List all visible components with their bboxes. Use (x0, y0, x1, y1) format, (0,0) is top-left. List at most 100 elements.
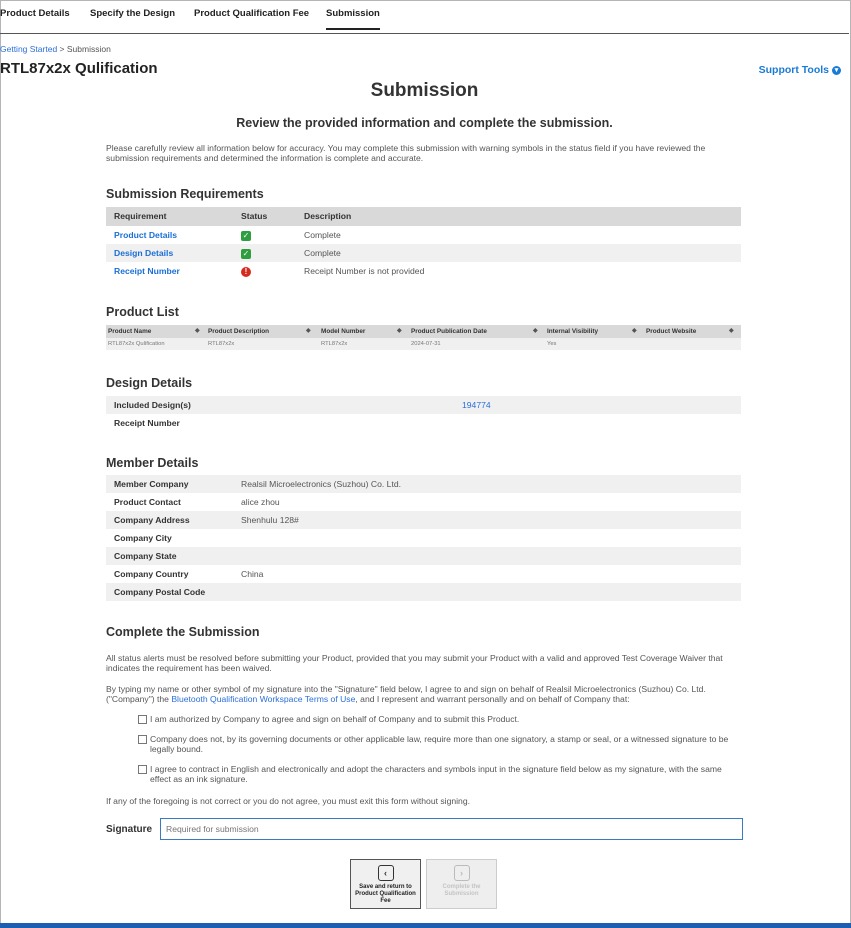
table-row: Receipt Number (106, 414, 741, 432)
design-details-title: Design Details (106, 376, 193, 390)
header-product-website[interactable]: Product Website (646, 325, 696, 338)
sort-icon[interactable]: ◆ (729, 325, 734, 338)
requirements-title: Submission Requirements (106, 187, 264, 201)
breadcrumb-separator: > (59, 44, 65, 54)
sort-icon[interactable]: ◆ (397, 325, 402, 338)
included-designs-label: Included Design(s) (114, 400, 191, 410)
description-cell: Receipt Number is not provided (304, 266, 425, 276)
member-value: Shenhulu 128# (241, 515, 299, 525)
check-square-icon: ✓ (241, 249, 251, 259)
breadcrumb-current: Submission (66, 44, 111, 54)
header-product-description[interactable]: Product Description (208, 325, 269, 338)
table-row: RTL87x2x Qulification RTL87x2x RTL87x2x … (106, 338, 741, 350)
member-details-table: Member Company Realsil Microelectronics … (106, 475, 741, 601)
signatory-checkbox[interactable] (138, 735, 147, 744)
cell-product-description: RTL87x2x (208, 341, 235, 347)
requirements-table: Requirement Status Description Product D… (106, 207, 741, 280)
authorized-checkbox[interactable] (138, 715, 147, 724)
sort-icon[interactable]: ◆ (306, 325, 311, 338)
product-list-table: Product Name ◆ Product Description ◆ Mod… (106, 325, 741, 350)
requirement-link-design-details[interactable]: Design Details (114, 244, 173, 262)
authorized-checkbox-label[interactable]: I am authorized by Company to agree and … (138, 714, 738, 724)
table-row: Company Address Shenhulu 128# (106, 511, 741, 529)
agreement-text-end: , and I represent and warrant personally… (355, 694, 630, 704)
sort-icon[interactable]: ◆ (195, 325, 200, 338)
status-cell: ✓ (241, 226, 251, 244)
member-details-title: Member Details (106, 456, 199, 470)
english-checkbox[interactable] (138, 765, 147, 774)
chevron-down-circle-icon: ▾ (832, 65, 841, 75)
member-label: Company Postal Code (114, 587, 206, 597)
exclamation-circle-icon: ! (241, 267, 251, 277)
status-cell: ! (241, 262, 251, 280)
agreement-text: By typing my name or other symbol of my … (106, 684, 741, 704)
complete-title: Complete the Submission (106, 625, 260, 639)
signature-input[interactable] (160, 818, 743, 840)
tab-product-details[interactable]: Product Details (0, 8, 70, 19)
header-model-number[interactable]: Model Number (321, 325, 365, 338)
breadcrumb: Getting Started > Submission (0, 44, 111, 54)
authorized-checkbox-row: I am authorized by Company to agree and … (138, 714, 738, 724)
requirement-link-receipt-number[interactable]: Receipt Number (114, 262, 180, 280)
support-tools-label: Support Tools (758, 64, 829, 76)
member-value: alice zhou (241, 497, 280, 507)
product-list-header: Product Name ◆ Product Description ◆ Mod… (106, 325, 741, 338)
top-nav: Product Details Specify the Design Produ… (0, 0, 849, 34)
member-value: China (241, 569, 264, 579)
table-row: Company Postal Code (106, 583, 741, 601)
support-tools-button[interactable]: Support Tools ▾ (759, 64, 841, 76)
chevron-right-icon: › (453, 865, 470, 881)
complete-submission-label: Complete the Submission (442, 884, 481, 897)
included-design-link[interactable]: 194774 (462, 396, 491, 414)
signature-label: Signature (106, 824, 153, 835)
page-subtitle: Review the provided information and comp… (236, 116, 613, 130)
requirement-link-product-details[interactable]: Product Details (114, 226, 177, 244)
header-description: Description (304, 211, 352, 221)
save-and-return-button[interactable]: ‹ Save and return to Product Qualificati… (350, 859, 421, 909)
complete-submission-button[interactable]: › Complete the Submission (426, 859, 497, 909)
member-value: Realsil Microelectronics (Suzhou) Co. Lt… (241, 479, 401, 489)
exit-notice-text: If any of the foregoing is not correct o… (106, 796, 470, 806)
product-list-title: Product List (106, 305, 179, 319)
table-row: Company State (106, 547, 741, 565)
english-checkbox-row: I agree to contract in English and elect… (138, 764, 738, 784)
status-alerts-text: All status alerts must be resolved befor… (106, 653, 723, 673)
bottom-bar (0, 923, 851, 928)
intro-text: Please carefully review all information … (106, 143, 706, 163)
description-cell: Complete (304, 230, 341, 240)
header-publication-date[interactable]: Product Publication Date (411, 325, 487, 338)
cell-publication-date: 2024-07-31 (411, 341, 441, 347)
check-square-icon: ✓ (241, 231, 251, 241)
table-row: Product Contact alice zhou (106, 493, 741, 511)
description-cell: Complete (304, 248, 341, 258)
sort-icon[interactable]: ◆ (632, 325, 637, 338)
member-label: Product Contact (114, 497, 181, 507)
breadcrumb-link-getting-started[interactable]: Getting Started (0, 44, 57, 54)
member-label: Company Address (114, 515, 190, 525)
signatory-checkbox-row: Company does not, by its governing docum… (138, 734, 738, 754)
cell-product-name: RTL87x2x Qulification (108, 341, 165, 347)
member-label: Member Company (114, 479, 189, 489)
member-label: Company Country (114, 569, 189, 579)
cell-model-number: RTL87x2x (321, 341, 348, 347)
header-product-name[interactable]: Product Name (108, 325, 151, 338)
save-and-return-label: Save and return to Product Qualification… (355, 884, 416, 904)
table-row: Member Company Realsil Microelectronics … (106, 475, 741, 493)
table-row: Included Design(s) 194774 (106, 396, 741, 414)
header-requirement: Requirement (114, 211, 167, 221)
design-details-table: Included Design(s) 194774 Receipt Number (106, 396, 741, 432)
english-checkbox-label[interactable]: I agree to contract in English and elect… (138, 764, 738, 784)
tab-specify-design[interactable]: Specify the Design (90, 8, 175, 19)
header-internal-visibility[interactable]: Internal Visibility (547, 325, 598, 338)
tab-submission[interactable]: Submission (326, 8, 380, 30)
terms-of-use-link[interactable]: Bluetooth Qualification Workspace Terms … (171, 694, 355, 704)
signatory-checkbox-label[interactable]: Company does not, by its governing docum… (138, 734, 738, 754)
tab-product-qualification-fee[interactable]: Product Qualification Fee (194, 8, 309, 19)
receipt-number-label: Receipt Number (114, 418, 180, 428)
page-title: Submission (370, 80, 479, 101)
status-cell: ✓ (241, 244, 251, 262)
header-status: Status (241, 211, 268, 221)
cell-internal-visibility: Yes (547, 341, 557, 347)
table-row: Product Details ✓ Complete (106, 226, 741, 244)
sort-icon[interactable]: ◆ (533, 325, 538, 338)
